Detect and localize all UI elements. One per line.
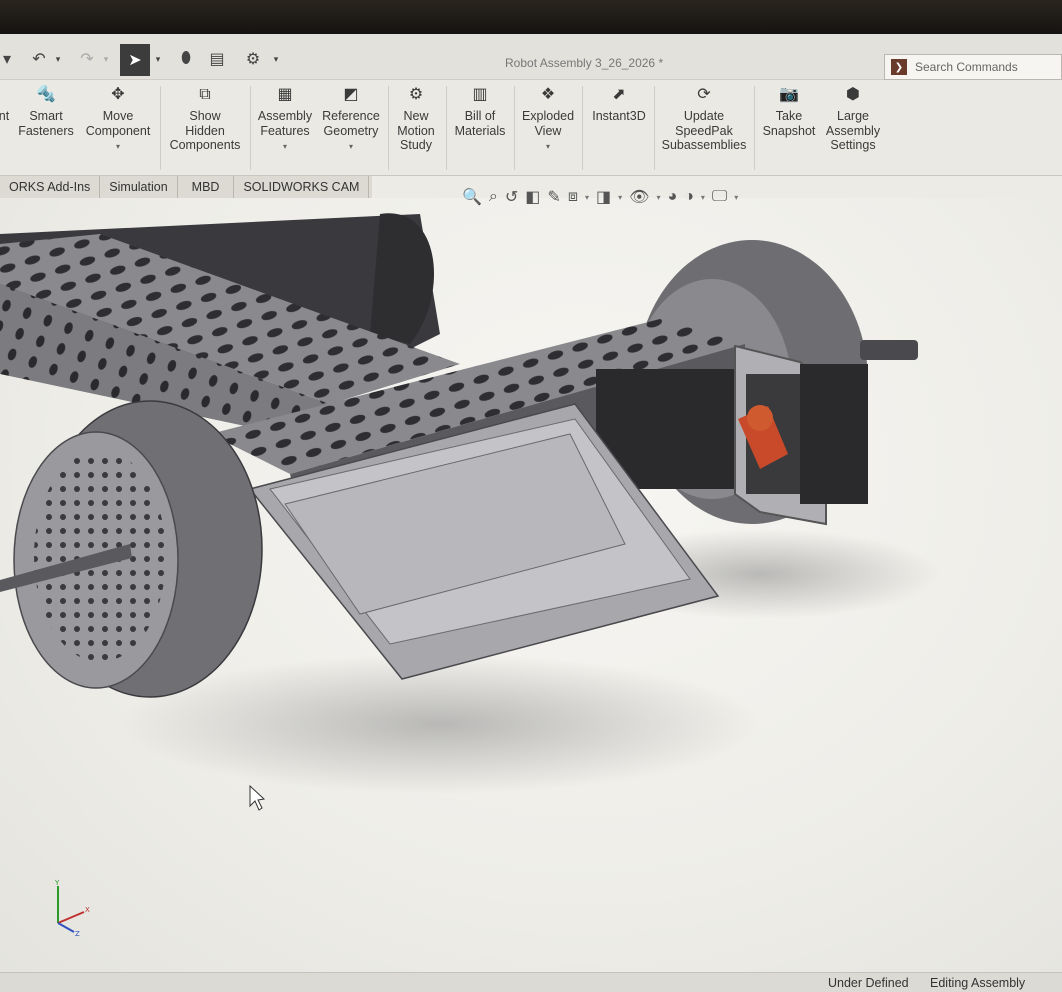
display-style-dropdown-icon[interactable]: ▾ bbox=[618, 193, 622, 202]
view-settings-dropdown-icon[interactable]: ▾ bbox=[734, 193, 738, 202]
servo-horn-hub bbox=[747, 405, 773, 431]
monitor-bezel bbox=[0, 0, 1062, 36]
apply-scene-icon[interactable]: ◑ bbox=[684, 188, 694, 206]
previous-view-icon[interactable]: ↺ bbox=[505, 187, 518, 207]
svg-text:X: X bbox=[85, 906, 90, 914]
zoom-to-area-icon[interactable]: ⌕ bbox=[489, 188, 498, 206]
view-settings-icon[interactable]: 🖵 bbox=[712, 188, 727, 206]
ground-shadow bbox=[120, 654, 760, 794]
servo-back bbox=[800, 364, 868, 504]
editing-mode-status: Editing Assembly bbox=[930, 976, 1026, 990]
heads-up-view-toolbar: 🔍 ⌕ ↺ ◧ ✎ ⧈ ▾ ◨ ▾ 👁 ▾ ◕ ◑ ▾ 🖵 ▾ bbox=[462, 184, 738, 210]
view-orientation-icon[interactable]: ⧈ bbox=[568, 188, 578, 206]
apply-scene-dropdown-icon[interactable]: ▾ bbox=[701, 193, 705, 202]
section-view-icon[interactable]: ◧ bbox=[525, 187, 540, 207]
axle-right bbox=[860, 340, 918, 360]
zoom-to-fit-icon[interactable]: 🔍 bbox=[462, 187, 482, 207]
graphics-area[interactable]: 🔍 ⌕ ↺ ◧ ✎ ⧈ ▾ ◨ ▾ 👁 ▾ ◕ ◑ ▾ 🖵 ▾ Y X Z bbox=[0, 188, 1062, 972]
hide-show-dropdown-icon[interactable]: ▾ bbox=[656, 193, 660, 202]
hide-show-items-icon[interactable]: 👁 bbox=[629, 187, 649, 207]
display-style-icon[interactable]: ◨ bbox=[596, 187, 611, 207]
solidworks-window: ▾ ↶ ▾ ↷ ▾ ➤ ▾ ⬮ ▤ ⚙ ▾ Robot Assembly 3_2… bbox=[0, 34, 1062, 992]
reference-triad-icon: Y X Z bbox=[54, 879, 90, 938]
svg-text:Y: Y bbox=[54, 879, 60, 887]
svg-text:Z: Z bbox=[75, 930, 80, 938]
edit-appearance-icon[interactable]: ◕ bbox=[668, 188, 678, 206]
dynamic-annotation-icon[interactable]: ✎ bbox=[547, 187, 560, 207]
view-orientation-dropdown-icon[interactable]: ▾ bbox=[585, 193, 589, 202]
definition-status: Under Defined bbox=[828, 976, 909, 990]
status-bar: Under Defined Editing Assembly bbox=[0, 972, 1062, 992]
robot-assembly-model[interactable] bbox=[0, 34, 1062, 992]
mouse-cursor bbox=[249, 784, 266, 811]
